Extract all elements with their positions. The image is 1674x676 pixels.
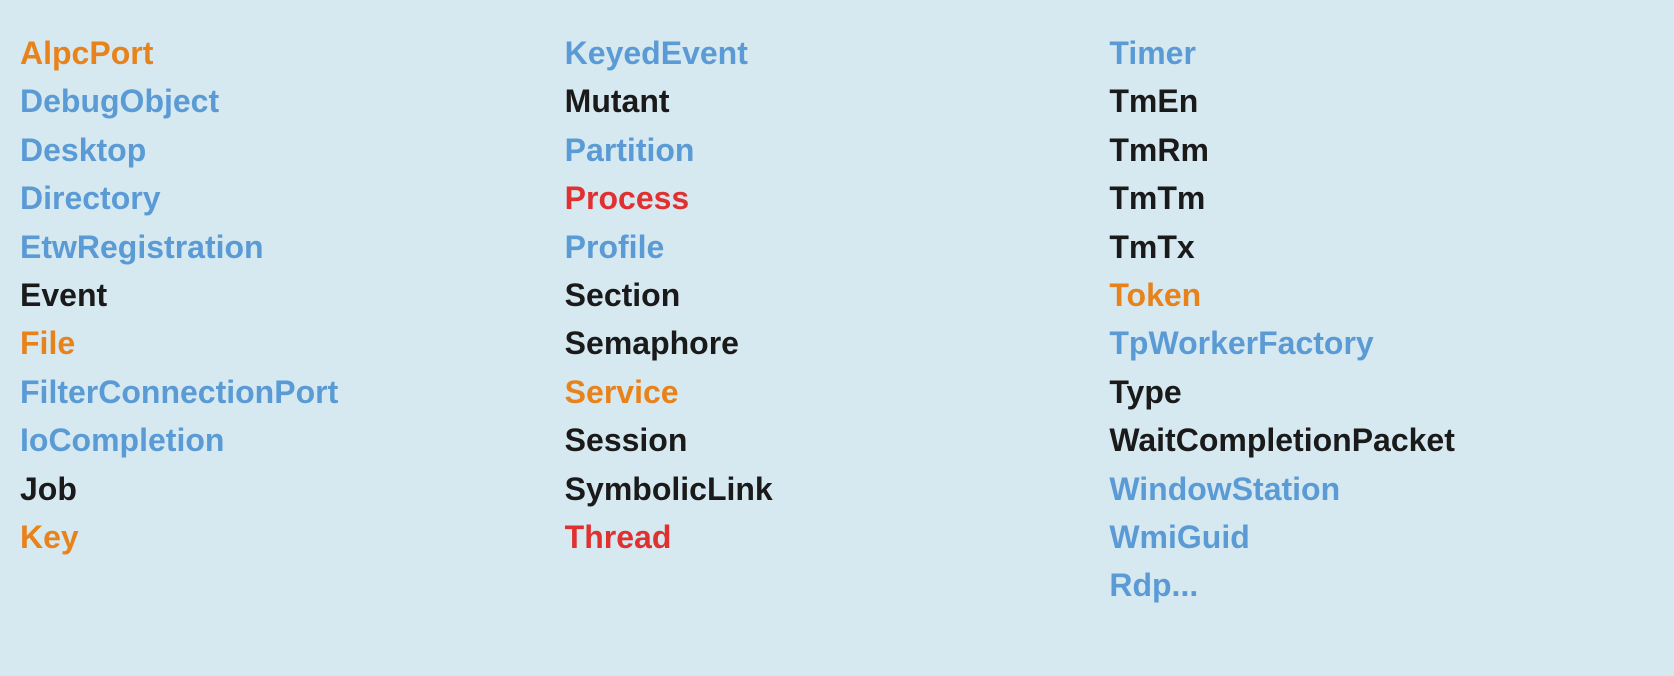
list-item: Directory	[20, 175, 565, 221]
list-item: Semaphore	[565, 320, 1110, 366]
list-item: Key	[20, 514, 565, 560]
list-item: Desktop	[20, 127, 565, 173]
list-item: KeyedEvent	[565, 30, 1110, 76]
list-item: IoCompletion	[20, 417, 565, 463]
list-item: Timer	[1109, 30, 1654, 76]
list-item: DebugObject	[20, 78, 565, 124]
list-item: WaitCompletionPacket	[1109, 417, 1654, 463]
list-item: File	[20, 320, 565, 366]
list-item: FilterConnectionPort	[20, 369, 565, 415]
list-item: EtwRegistration	[20, 224, 565, 270]
list-item: TpWorkerFactory	[1109, 320, 1654, 366]
list-item: TmTm	[1109, 175, 1654, 221]
list-item: Thread	[565, 514, 1110, 560]
list-item: WmiGuid	[1109, 514, 1654, 560]
list-item: Session	[565, 417, 1110, 463]
list-item: Mutant	[565, 78, 1110, 124]
list-item: Type	[1109, 369, 1654, 415]
list-item: Job	[20, 466, 565, 512]
list-item: TmTx	[1109, 224, 1654, 270]
list-item: TmEn	[1109, 78, 1654, 124]
list-item: Section	[565, 272, 1110, 318]
list-item: Service	[565, 369, 1110, 415]
list-item: Rdp...	[1109, 562, 1654, 608]
columns-container: AlpcPortDebugObjectDesktopDirectoryEtwRe…	[20, 30, 1654, 609]
list-item: Token	[1109, 272, 1654, 318]
list-item: TmRm	[1109, 127, 1654, 173]
list-item: SymbolicLink	[565, 466, 1110, 512]
column-3: TimerTmEnTmRmTmTmTmTxTokenTpWorkerFactor…	[1109, 30, 1654, 609]
list-item: Process	[565, 175, 1110, 221]
list-item: WindowStation	[1109, 466, 1654, 512]
list-item: Partition	[565, 127, 1110, 173]
list-item: AlpcPort	[20, 30, 565, 76]
list-item: Event	[20, 272, 565, 318]
list-item: Profile	[565, 224, 1110, 270]
column-1: AlpcPortDebugObjectDesktopDirectoryEtwRe…	[20, 30, 565, 609]
column-2: KeyedEventMutantPartitionProcessProfileS…	[565, 30, 1110, 609]
